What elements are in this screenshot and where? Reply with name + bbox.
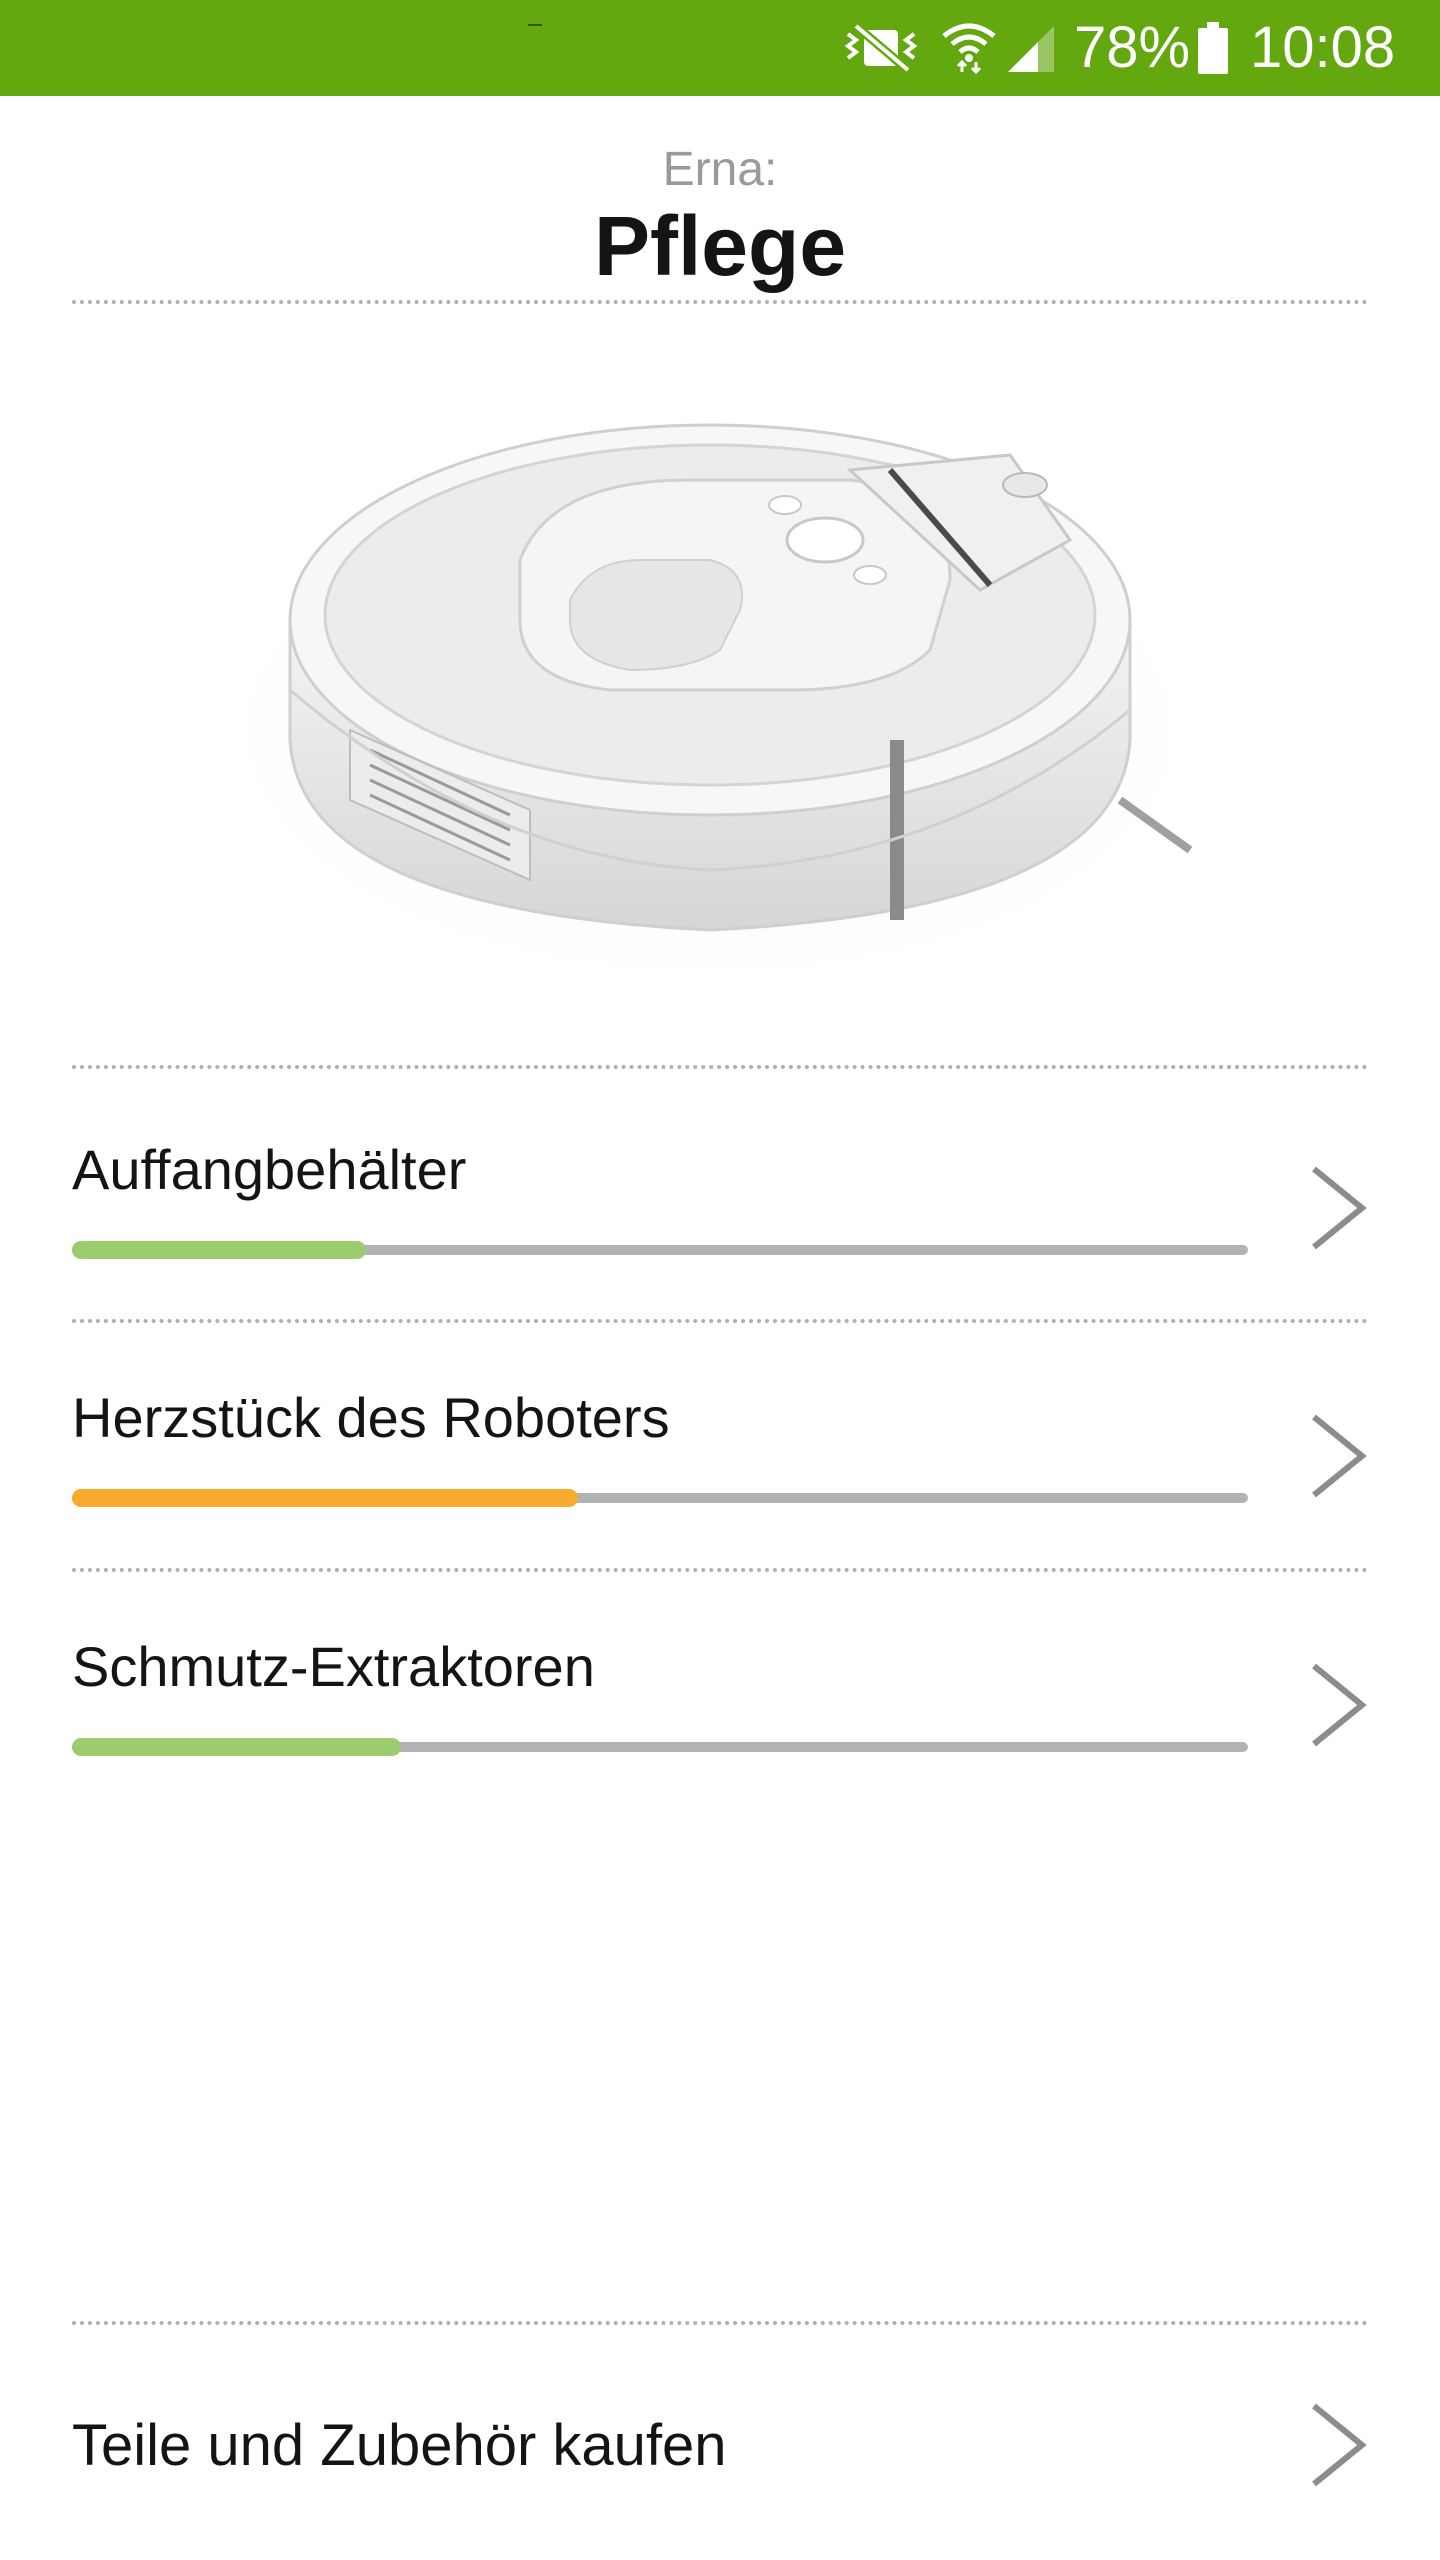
divider bbox=[72, 2321, 1368, 2325]
mute-vibrate-icon bbox=[844, 22, 918, 74]
progress-track bbox=[72, 1738, 1248, 1756]
divider bbox=[72, 1568, 1368, 1572]
battery-icon bbox=[1198, 22, 1228, 74]
item-label: Auffangbehälter bbox=[72, 1138, 467, 1201]
progress-fill bbox=[72, 1738, 402, 1756]
robot-name: Erna: bbox=[662, 143, 778, 196]
divider bbox=[72, 300, 1368, 304]
divider bbox=[72, 1319, 1368, 1323]
chevron-right-icon bbox=[1312, 1663, 1367, 1747]
notification-dash bbox=[528, 24, 542, 26]
divider bbox=[72, 1065, 1368, 1069]
shop-label: Teile und Zubehör kaufen bbox=[72, 2413, 727, 2478]
item-label: Herzstück des Roboters bbox=[72, 1386, 670, 1449]
progress-track bbox=[72, 1241, 1248, 1259]
item-label: Schmutz-Extraktoren bbox=[72, 1635, 595, 1698]
progress-fill bbox=[72, 1489, 578, 1507]
maintenance-item-herzstueck[interactable]: Herzstück des Roboters bbox=[0, 1383, 1440, 1583]
wifi-icon bbox=[942, 23, 996, 74]
chevron-right-icon bbox=[1312, 1166, 1367, 1250]
cell-signal-icon bbox=[1008, 26, 1054, 72]
shop-parts-link[interactable]: Teile und Zubehör kaufen bbox=[0, 2370, 1440, 2530]
page-title: Pflege bbox=[593, 199, 847, 293]
robot-vacuum-image bbox=[190, 423, 1230, 1000]
progress-fill bbox=[72, 1241, 366, 1259]
chevron-right-icon bbox=[1312, 1414, 1367, 1498]
chevron-right-icon bbox=[1312, 2403, 1367, 2487]
battery-percent: 78% bbox=[1074, 15, 1191, 80]
progress-track bbox=[72, 1489, 1248, 1507]
maintenance-item-auffangbehaelter[interactable]: Auffangbehälter bbox=[0, 1135, 1440, 1335]
status-bar: 78% 10:08 bbox=[0, 0, 1440, 96]
clock: 10:08 bbox=[1250, 15, 1396, 80]
maintenance-item-schmutz-extraktoren[interactable]: Schmutz-Extraktoren bbox=[0, 1632, 1440, 1832]
